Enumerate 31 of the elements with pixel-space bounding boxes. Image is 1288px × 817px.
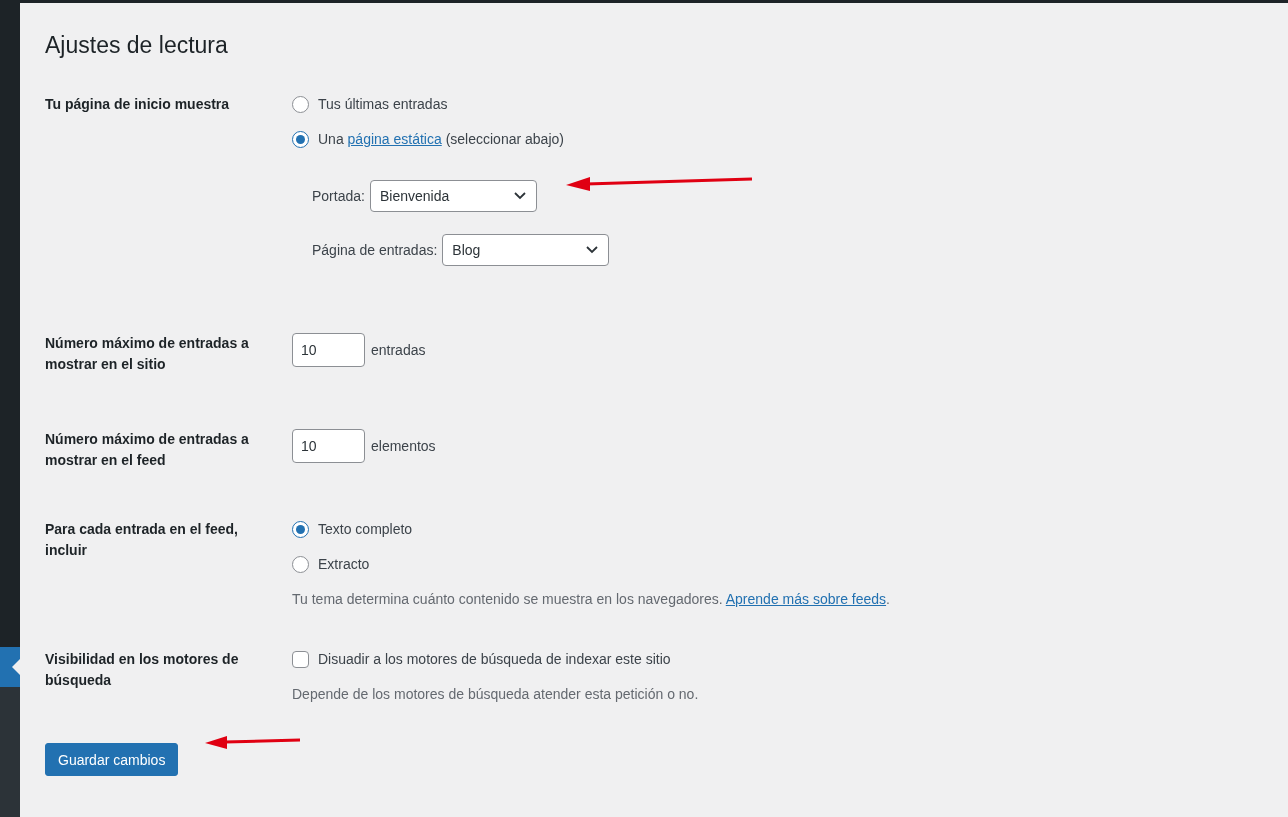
description: Tu tema determina cuánto contenido se muestra en los navegadores. Aprende más sobre feeds. — [292, 590, 891, 609]
setting-label: Visibilidad en los motores de búsqueda — [45, 650, 240, 690]
link[interactable]: página estática — [347, 131, 442, 147]
radio-label: Tus últimas entradas — [318, 95, 448, 114]
setting-label: Número máximo de entradas a mostrar en el feed — [45, 430, 250, 470]
setting-label: Para cada entrada en el feed, incluir — [45, 520, 239, 560]
select-label: Portada: — [312, 187, 365, 206]
unit-label: elementos — [371, 437, 436, 456]
setting-label: Número máximo de entradas a mostrar en el sitio — [45, 334, 250, 374]
select-label: Página de entradas: — [312, 241, 438, 260]
number-field[interactable]: 10 — [292, 429, 365, 463]
number-field[interactable]: 10 — [292, 333, 365, 367]
description: Depende de los motores de búsqueda atender esta petición o no. — [292, 685, 700, 704]
radio-button[interactable] — [292, 555, 309, 573]
radio-label: Una página estática (seleccionar abajo) — [318, 130, 564, 149]
radio-label: Texto completo — [318, 520, 413, 539]
dropdown[interactable]: Blog — [442, 234, 610, 266]
radio-button[interactable] — [292, 130, 309, 148]
active-menu-item[interactable] — [0, 647, 20, 687]
dropdown[interactable]: Bienvenida — [369, 180, 537, 212]
checkbox-label: Disuadir a los motores de búsqueda de indexar este sitio — [318, 650, 671, 669]
page-title: Ajustes de lectura — [45, 31, 229, 60]
chevron-down-icon — [513, 192, 526, 200]
chevron-down-icon — [586, 246, 599, 254]
radio-button[interactable] — [292, 95, 309, 113]
checkbox[interactable] — [292, 650, 309, 668]
setting-label: Tu página de inicio muestra — [45, 95, 231, 114]
radio-button[interactable] — [292, 520, 309, 538]
unit-label: entradas — [371, 341, 426, 360]
save-button[interactable]: Guardar cambios — [45, 743, 179, 776]
radio-label: Extracto — [318, 555, 370, 574]
